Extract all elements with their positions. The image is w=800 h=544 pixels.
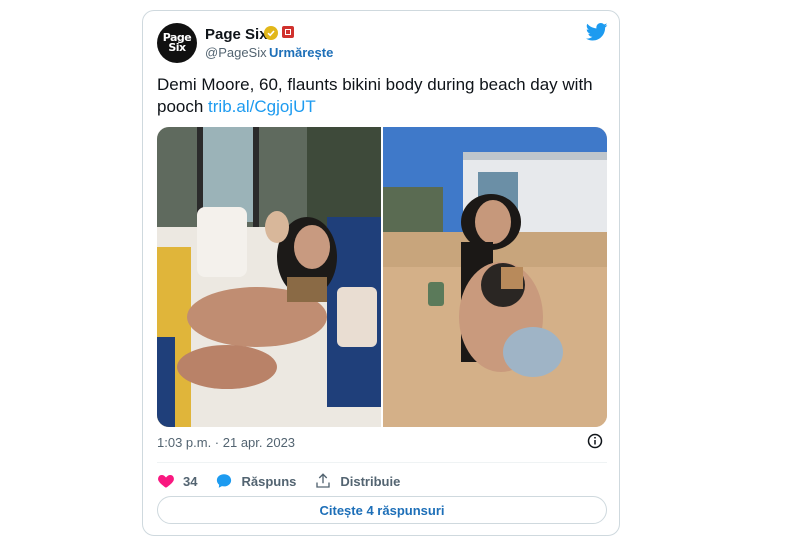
- divider: [157, 462, 607, 463]
- separator-dot: ·: [261, 45, 266, 60]
- affiliate-badge-icon: [282, 26, 294, 38]
- avatar[interactable]: Page Six: [157, 23, 197, 63]
- tweet-link[interactable]: trib.al/CgjojUT: [208, 97, 316, 116]
- tweet-timestamp[interactable]: 1:03 p.m. · 21 apr. 2023: [157, 435, 295, 450]
- action-bar: 34 Răspuns Distribuie: [157, 471, 418, 491]
- heart-icon: [158, 475, 174, 488]
- share-button[interactable]: Distribuie: [314, 472, 400, 490]
- info-icon[interactable]: [587, 433, 603, 449]
- verified-badge-icon: [264, 26, 278, 40]
- reply-button[interactable]: Răspuns: [215, 472, 296, 490]
- share-icon: [316, 473, 331, 488]
- tweet-media[interactable]: [157, 127, 607, 427]
- like-count: 34: [183, 473, 198, 489]
- photo-beach[interactable]: [383, 127, 607, 427]
- avatar-text-line2: Six: [168, 41, 186, 54]
- tweet-text: Demi Moore, 60, flaunts bikini body duri…: [157, 74, 607, 118]
- account-handle[interactable]: @PageSix: [205, 45, 267, 60]
- follow-button[interactable]: Urmărește: [269, 45, 333, 60]
- read-replies-button[interactable]: Citește 4 răspunsuri: [157, 496, 607, 524]
- reply-bubble-icon: [217, 474, 232, 488]
- tweet-card: Page Six Page Six @PageSix · Urmărește D…: [142, 10, 620, 536]
- twitter-bird-icon[interactable]: [586, 23, 608, 41]
- account-name[interactable]: Page Six: [205, 26, 268, 43]
- photo-lounge[interactable]: [157, 127, 381, 427]
- reply-label: Răspuns: [241, 473, 297, 489]
- share-label: Distribuie: [340, 473, 401, 489]
- like-button[interactable]: 34: [157, 472, 197, 490]
